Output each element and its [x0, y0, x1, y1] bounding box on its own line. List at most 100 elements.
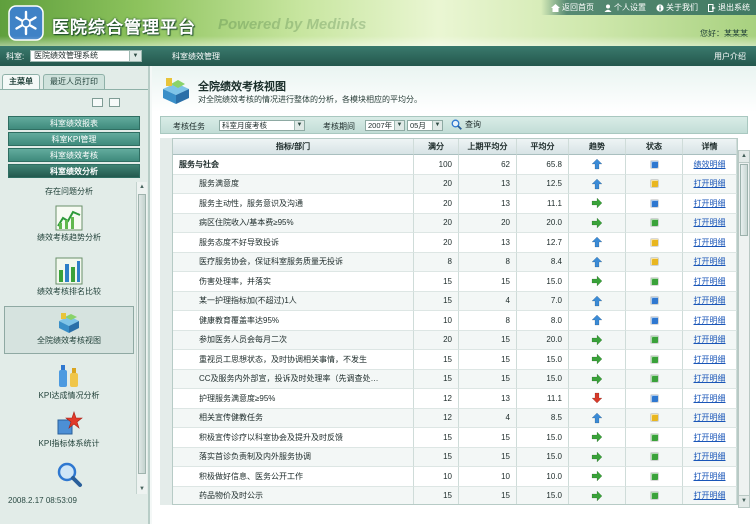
table-row[interactable]: 健康教育覆盖率达95% 10 8 8.0 打开明细	[173, 311, 737, 331]
table-row[interactable]: 医疗服务协会，保证科室服务质量无投诉 8 8 8.4 打开明细	[173, 252, 737, 272]
page-title: 全院绩效考核视图	[198, 81, 286, 93]
table-row[interactable]: 重视员工思想状态，及时协调相关事情，不发生 15 15 15.0 打开明细	[173, 350, 737, 370]
scroll-down-icon[interactable]: ▼	[739, 495, 749, 507]
menu-dept-analysis[interactable]: 科室绩效分析	[8, 164, 140, 178]
column-header-status[interactable]: 状态	[626, 139, 683, 155]
table-row[interactable]: 相关宣传健教任务 12 4 8.5 打开明细	[173, 408, 737, 428]
average-score: 11.1	[517, 389, 569, 409]
home-link[interactable]: 返回首页	[551, 2, 594, 13]
sidebar-item-label: 绩效考核排名比较	[37, 287, 101, 296]
tab-main-menu[interactable]: 主菜单	[2, 74, 40, 89]
indicator-name: 病区住院收入/基本费≥95%	[173, 213, 414, 233]
detail-link[interactable]: 绩效明细	[683, 155, 737, 175]
detail-link[interactable]: 打开明细	[683, 291, 737, 311]
detail-link[interactable]: 打开明细	[683, 447, 737, 467]
scroll-down-icon[interactable]: ▼	[137, 484, 147, 494]
table-row[interactable]: 药品物价及时公示 15 15 15.0 打开明细	[173, 486, 737, 504]
table-row[interactable]: 服务主动性，服务意识及沟通 20 13 11.1 打开明细	[173, 194, 737, 214]
trend-up-icon	[591, 295, 603, 306]
sidebar-item-problem-analysis[interactable]: 存在问题分析	[4, 186, 134, 197]
sidebar-item-kpi-statistics[interactable]: KPI指标体系统计	[4, 410, 134, 449]
detail-link[interactable]: 打开明细	[683, 330, 737, 350]
page-subtitle: 对全院绩效考核的情况进行整体的分析，各模块相应的平均分。	[198, 95, 422, 104]
top-links: 返回首页 个人设置 关于我们 退出系统	[541, 0, 756, 15]
indicator-name: 服务态度不好导致投诉	[173, 233, 414, 253]
detail-link[interactable]: 打开明细	[683, 467, 737, 487]
detail-link[interactable]: 打开明细	[683, 213, 737, 233]
menu-dept-assessment[interactable]: 科室绩效考核	[8, 148, 140, 162]
detail-link[interactable]: 打开明细	[683, 369, 737, 389]
collapse-all-icon[interactable]	[92, 98, 103, 107]
logout-link[interactable]: 退出系统	[708, 2, 750, 13]
sidebar-item-trend-analysis[interactable]: 绩效考核趋势分析	[4, 204, 134, 243]
indicator-name: 服务与社会	[173, 155, 414, 175]
indicator-name: 参加医务人员会每月二次	[173, 330, 414, 350]
menu-dept-report[interactable]: 科室绩效报表	[8, 116, 140, 130]
full-score: 20	[414, 233, 459, 253]
column-header-previous-average[interactable]: 上期平均分	[459, 139, 517, 155]
detail-link[interactable]: 打开明细	[683, 233, 737, 253]
sidebar-item-label: 存在问题分析	[45, 187, 93, 196]
table-row[interactable]: 护理服务满意度≥95% 12 13 11.1 打开明细	[173, 389, 737, 409]
detail-link[interactable]: 打开明细	[683, 252, 737, 272]
detail-link[interactable]: 打开明细	[683, 389, 737, 409]
previous-average: 15	[459, 447, 517, 467]
trend-right-icon	[591, 275, 603, 287]
detail-link[interactable]: 打开明细	[683, 311, 737, 331]
sidebar-item-overview[interactable]: 全院绩效考核视图	[4, 306, 134, 354]
sidebar-scrollbar[interactable]: ▲ ▼	[136, 182, 147, 494]
menu-dept-kpi[interactable]: 科室KPI管理	[8, 132, 140, 146]
task-select[interactable]: 科室月度考核 ▼	[219, 120, 305, 131]
sidebar-item-kpi-achievement[interactable]: KPI达成情况分析	[4, 362, 134, 401]
detail-link[interactable]: 打开明细	[683, 428, 737, 448]
detail-link[interactable]: 打开明细	[683, 408, 737, 428]
table-row[interactable]: 伤害处理率，并落实 15 15 15.0 打开明细	[173, 272, 737, 292]
detail-link[interactable]: 打开明细	[683, 272, 737, 292]
status-green-icon	[650, 277, 658, 285]
column-header-average[interactable]: 平均分	[517, 139, 569, 155]
table-scroll-thumb[interactable]	[740, 164, 748, 236]
expand-all-icon[interactable]	[109, 98, 120, 107]
table-row[interactable]: CC及服务内外部宣，投诉及时处理率（先调查处… 15 15 15.0 打开明细	[173, 369, 737, 389]
year-select[interactable]: 2007年 ▼	[365, 120, 405, 131]
table-row[interactable]: 积极做好信息、医务公开工作 10 10 10.0 打开明细	[173, 467, 737, 487]
trend-up-icon	[591, 178, 603, 189]
month-select[interactable]: 05月 ▼	[407, 120, 443, 131]
department-select[interactable]: 医院绩效管理系统 ▼	[30, 50, 142, 62]
breadcrumb[interactable]: 科室绩效管理	[172, 51, 220, 62]
previous-average: 15	[459, 486, 517, 504]
column-header-indicator[interactable]: 指标/部门	[173, 139, 414, 155]
detail-link[interactable]: 打开明细	[683, 486, 737, 504]
about-label: 关于我们	[666, 3, 698, 12]
column-header-full-score[interactable]: 满分	[414, 139, 459, 155]
detail-link[interactable]: 打开明细	[683, 174, 737, 194]
table-row[interactable]: 服务满意度 20 13 12.5 打开明细	[173, 174, 737, 194]
sidebar-item-search[interactable]	[4, 460, 134, 488]
task-label: 考核任务	[173, 122, 205, 131]
nav-right-link[interactable]: 用户介绍	[714, 51, 746, 62]
table-row[interactable]: 积极宣传诊疗以科室协会及提升及时反馈 15 15 15.0 打开明细	[173, 428, 737, 448]
table-row[interactable]: 病区住院收入/基本费≥95% 20 20 20.0 打开明细	[173, 213, 737, 233]
previous-average: 15	[459, 330, 517, 350]
table-row[interactable]: 参加医务人员会每月二次 20 15 20.0 打开明细	[173, 330, 737, 350]
detail-link[interactable]: 打开明细	[683, 350, 737, 370]
scroll-up-icon[interactable]: ▲	[739, 151, 749, 163]
table-row[interactable]: 某一护理指标加(不超过)1人 15 4 7.0 打开明细	[173, 291, 737, 311]
table-scrollbar[interactable]: ▲ ▼	[738, 150, 750, 508]
table-row[interactable]: 落实首诊负责制及内外服务协调 15 15 15.0 打开明细	[173, 447, 737, 467]
about-link[interactable]: 关于我们	[656, 2, 698, 13]
column-header-detail[interactable]: 详情	[683, 139, 737, 155]
column-header-trend[interactable]: 趋势	[569, 139, 626, 155]
sidebar-scroll-thumb[interactable]	[138, 194, 146, 474]
status-blue-icon	[650, 199, 658, 207]
detail-link[interactable]: 打开明细	[683, 194, 737, 214]
tab-recent-print[interactable]: 最近人员打印	[43, 74, 105, 89]
average-score: 15.0	[517, 272, 569, 292]
search-button[interactable]: 查询	[451, 119, 481, 130]
table-group-row[interactable]: 服务与社会 100 62 65.8 绩效明细	[173, 155, 737, 175]
personal-settings-link[interactable]: 个人设置	[604, 2, 646, 13]
app-header: 医院综合管理平台 Powered by Medinks 返回首页 个人设置 关于…	[0, 0, 756, 46]
scroll-up-icon[interactable]: ▲	[137, 182, 147, 192]
table-row[interactable]: 服务态度不好导致投诉 20 13 12.7 打开明细	[173, 233, 737, 253]
sidebar-item-ranking[interactable]: 绩效考核排名比较	[4, 256, 134, 297]
